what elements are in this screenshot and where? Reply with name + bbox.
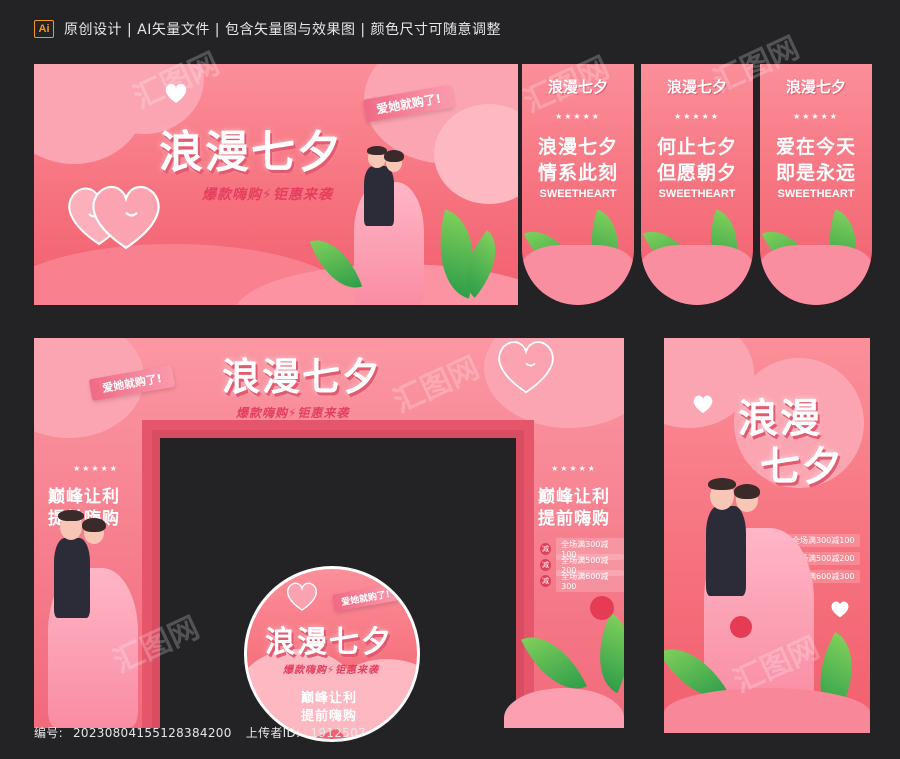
discount-tag-icon: 减 xyxy=(540,575,552,587)
small-heart-icon xyxy=(831,601,849,618)
sign-bottom-shape xyxy=(522,245,634,305)
sign-logo: 浪漫七夕 xyxy=(666,78,727,96)
sign-line-2: 即是永远 xyxy=(775,162,856,184)
groom-hair xyxy=(58,510,84,521)
sign-line-2: 但愿朝夕 xyxy=(656,162,737,184)
heart-icon xyxy=(498,341,554,394)
circle-line-1: 巅峰让利 xyxy=(301,691,358,706)
sign-english: SWEETHEART xyxy=(658,188,736,200)
arch-right-line-2: 提前嗨购 xyxy=(538,509,610,529)
bride-hair xyxy=(384,150,404,162)
heart-icon xyxy=(286,582,318,611)
stars-decoration: ★★★★★ xyxy=(793,112,839,121)
sign-line-1: 浪漫七夕 xyxy=(537,136,618,158)
arch-subtitle: 爆款嗨购⚡钜惠来袭 xyxy=(236,406,350,420)
circle-line-2: 提前嗨购 xyxy=(301,709,358,724)
arch-title: 浪漫七夕 xyxy=(222,354,383,399)
sign-english: SWEETHEART xyxy=(539,188,617,200)
banner-subtitle: 爆款嗨购⚡钜惠来袭 xyxy=(202,187,333,203)
header-bar: Ai 原创设计 | AI矢量文件 | 包含矢量图与效果图 | 颜色尺寸可随意调整 xyxy=(0,0,900,58)
stars-decoration: ★★★★★ xyxy=(674,112,720,121)
hanging-sign-2: 浪漫七夕 ★★★★★ 何止七夕 但愿朝夕 SWEETHEART xyxy=(641,64,753,305)
id-label: 编号: xyxy=(34,726,63,740)
circle-subtitle: 爆款嗨购⚡钜惠来袭 xyxy=(283,665,380,676)
small-heart-icon xyxy=(165,83,187,103)
main-banner: 浪漫七夕 爆款嗨购⚡钜惠来袭 爱她就购了! xyxy=(34,64,518,305)
ai-file-icon: Ai xyxy=(34,20,54,38)
circle-title: 浪漫七夕 xyxy=(265,625,393,660)
header-description: 原创设计 | AI矢量文件 | 包含矢量图与效果图 | 颜色尺寸可随意调整 xyxy=(64,22,502,38)
groom-suit xyxy=(54,538,90,618)
heart-icon xyxy=(92,185,160,250)
rollup-title-b: 七夕 xyxy=(760,443,844,490)
groom-hair xyxy=(708,478,736,490)
bride-hair xyxy=(82,518,106,532)
sign-bottom-shape xyxy=(760,245,872,305)
stars-decoration: ★★★★★ xyxy=(73,464,119,473)
rose-icon xyxy=(730,616,752,638)
bride-hair xyxy=(734,484,760,499)
uploader-value: 1912507 xyxy=(310,726,366,740)
promo-text: 全场满600减300 xyxy=(556,570,624,592)
rollup-banner: 浪漫 七夕 减 全场满300减100 减 全场满500减200 减 全场满600… xyxy=(664,338,870,733)
hanging-sign-1: 浪漫七夕 ★★★★★ 浪漫七夕 情系此刻 SWEETHEART xyxy=(522,64,634,305)
sign-english: SWEETHEART xyxy=(777,188,855,200)
sign-logo: 浪漫七夕 xyxy=(785,78,846,96)
sign-line-1: 何止七夕 xyxy=(656,136,737,158)
leaf-shape xyxy=(581,612,624,694)
uploader-label: 上传者ID: xyxy=(245,726,301,740)
small-heart-icon xyxy=(693,395,713,414)
footer-info: 编号: 20230804155128384200 上传者ID: 1912507 xyxy=(34,724,376,741)
circle-ribbon: 爱她就购了! xyxy=(332,583,400,612)
sign-line-1: 爱在今天 xyxy=(775,136,856,158)
hill-shape xyxy=(664,688,870,733)
stars-decoration: ★★★★★ xyxy=(551,464,597,473)
groom-suit xyxy=(364,166,394,226)
sign-line-2: 情系此刻 xyxy=(537,162,618,184)
circle-sticker: 爱她就购了! 浪漫七夕 爆款嗨购⚡钜惠来袭 巅峰让利 提前嗨购 xyxy=(244,566,420,742)
id-value: 20230804155128384200 xyxy=(72,726,232,740)
sign-bottom-shape xyxy=(641,245,753,305)
promo-item: 减 全场满600减300 xyxy=(540,570,624,592)
rose-icon xyxy=(590,596,614,620)
groom-suit xyxy=(706,506,746,596)
sign-logo: 浪漫七夕 xyxy=(547,78,608,96)
stars-decoration: ★★★★★ xyxy=(555,112,601,121)
hanging-sign-3: 浪漫七夕 ★★★★★ 爱在今天 即是永远 SWEETHEART xyxy=(760,64,872,305)
banner-title: 浪漫七夕 xyxy=(159,127,343,178)
